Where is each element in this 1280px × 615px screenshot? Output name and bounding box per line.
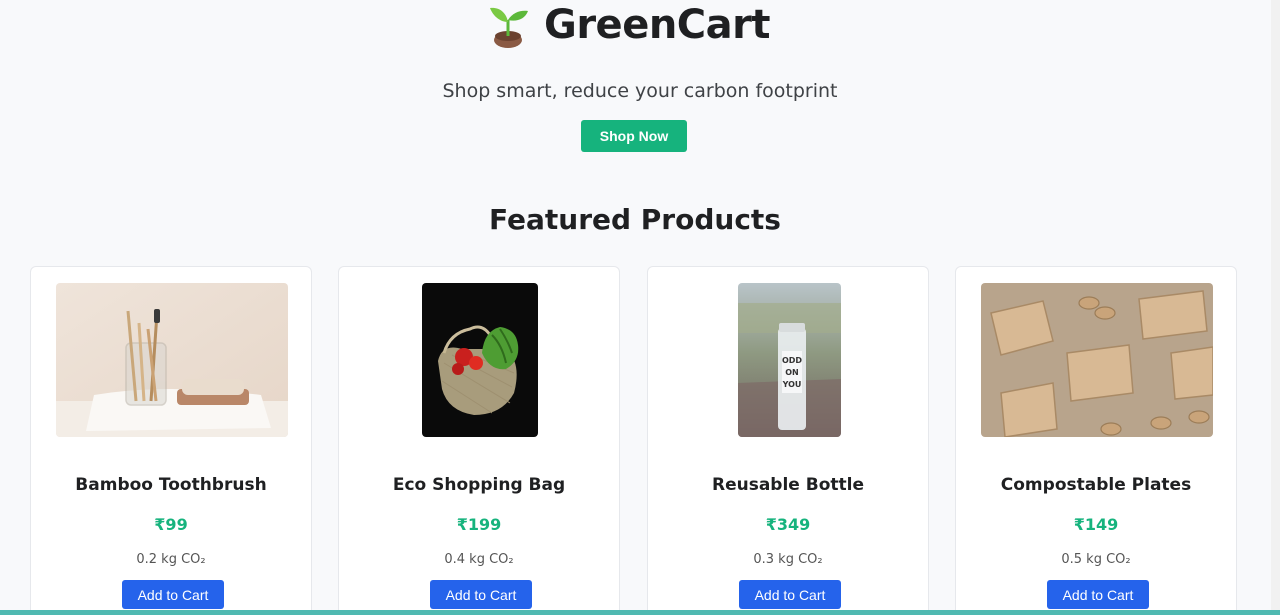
product-co2: 0.2 kg CO₂ <box>136 552 206 567</box>
product-card: Bamboo Toothbrush ₹99 0.2 kg CO₂ Add to … <box>30 266 312 615</box>
add-to-cart-button[interactable]: Add to Cart <box>122 580 224 609</box>
svg-text:ON: ON <box>785 368 799 377</box>
add-to-cart-button[interactable]: Add to Cart <box>1047 580 1149 609</box>
product-co2: 0.5 kg CO₂ <box>1061 552 1131 567</box>
brand-title: GreenCart <box>544 2 771 48</box>
add-to-cart-button[interactable]: Add to Cart <box>739 580 841 609</box>
product-card: Eco Shopping Bag ₹199 0.4 kg CO₂ Add to … <box>338 266 620 615</box>
shop-now-button[interactable]: Shop Now <box>581 120 687 152</box>
product-image-bamboo-toothbrush[interactable] <box>56 283 288 437</box>
featured-products-title: Featured Products <box>489 203 781 236</box>
product-price: ₹349 <box>765 515 811 534</box>
svg-text:YOU: YOU <box>782 380 802 389</box>
product-price: ₹99 <box>154 515 188 534</box>
product-card: Compostable Plates ₹149 0.5 kg CO₂ Add t… <box>955 266 1237 615</box>
product-image-eco-shopping-bag[interactable] <box>422 283 538 437</box>
seedling-icon <box>490 7 528 48</box>
brand[interactable]: GreenCart <box>0 0 1280 50</box>
page: GreenCart Shop smart, reduce your carbon… <box>0 0 1280 615</box>
product-price: ₹149 <box>1073 515 1119 534</box>
hero-tagline: Shop smart, reduce your carbon footprint <box>442 80 838 102</box>
product-name: Reusable Bottle <box>711 475 864 495</box>
product-price: ₹199 <box>456 515 502 534</box>
product-co2: 0.3 kg CO₂ <box>753 552 823 567</box>
footer-edge <box>0 610 1280 615</box>
product-card: ODD ON YOU Reusable Bottle ₹349 0.3 kg C… <box>647 266 929 615</box>
add-to-cart-button[interactable]: Add to Cart <box>430 580 532 609</box>
vertical-scrollbar[interactable] <box>1271 0 1280 615</box>
product-image-compostable-plates[interactable] <box>981 283 1213 437</box>
product-name: Eco Shopping Bag <box>392 475 566 495</box>
product-name: Compostable Plates <box>1000 475 1192 495</box>
product-name: Bamboo Toothbrush <box>75 475 267 495</box>
product-image-reusable-bottle[interactable]: ODD ON YOU <box>738 283 841 437</box>
product-co2: 0.4 kg CO₂ <box>444 552 514 567</box>
svg-text:ODD: ODD <box>782 356 802 365</box>
